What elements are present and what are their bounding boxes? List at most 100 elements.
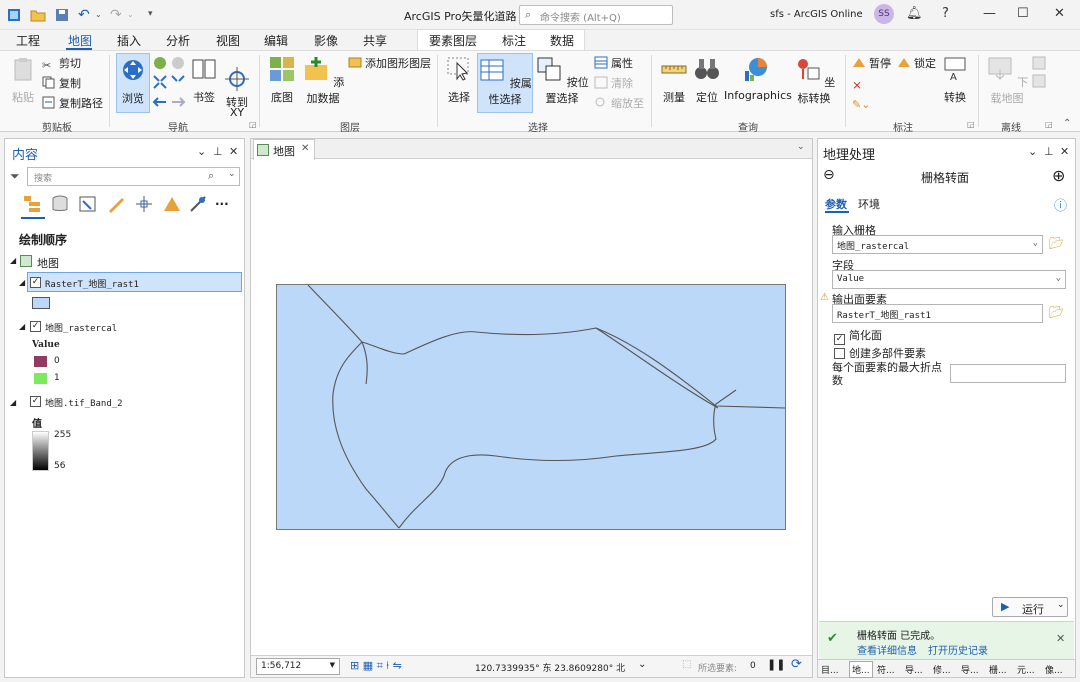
undo-dropdown-icon[interactable]: ⌄ xyxy=(95,10,111,26)
help-icon[interactable]: ? xyxy=(942,6,949,21)
dock-tab[interactable]: 元... xyxy=(1017,663,1035,676)
download-map-button[interactable]: 下载地图 xyxy=(984,55,1030,106)
grid-tools-icons[interactable]: ⊞ ▦ ⌗ ⍿ ⇋ xyxy=(350,659,402,673)
coordinate-format-chevron-icon[interactable]: ⌄ xyxy=(638,659,646,670)
save-icon[interactable] xyxy=(54,7,70,23)
labeling-launcher-icon[interactable]: ◲ xyxy=(967,120,975,129)
expand-layer-icon[interactable]: ◢ xyxy=(19,278,25,287)
infographics-button[interactable]: Infographics xyxy=(724,55,792,102)
avatar[interactable]: SS xyxy=(874,4,894,24)
basemap-button[interactable]: 底图 xyxy=(265,55,299,105)
list-by-perspective-icon[interactable] xyxy=(189,195,207,213)
layer-name-rastert[interactable]: RasterT_地图_rast1 xyxy=(45,277,139,290)
dock-tab[interactable]: 导... xyxy=(961,663,979,676)
close-pane-icon[interactable]: ✕ xyxy=(229,145,238,158)
open-history-link[interactable]: 打开历史记录 xyxy=(928,642,988,657)
close-icon[interactable]: ✕ xyxy=(1054,6,1065,21)
tab-feature-layer[interactable]: 要素图层 xyxy=(429,32,477,49)
run-button[interactable]: ▶ 运行 ⌄ xyxy=(992,597,1068,617)
locate-button[interactable]: 定位 xyxy=(692,55,722,105)
select-by-attributes-button[interactable]: 按属性选择 xyxy=(477,53,533,113)
list-by-drawing-order-icon[interactable] xyxy=(23,195,41,213)
class-swatch-0[interactable] xyxy=(34,356,47,367)
layer-name-rastercal[interactable]: 地图_rastercal xyxy=(45,321,117,334)
open-project-icon[interactable] xyxy=(30,7,46,23)
map-view-tab[interactable]: 地图 ✕ xyxy=(253,139,315,160)
select-by-location-button[interactable]: 按位置选择 xyxy=(535,55,589,106)
tab-share[interactable]: 共享 xyxy=(363,32,387,49)
layer-name-band2[interactable]: 地图.tif_Band_2 xyxy=(45,396,123,409)
scale-selector[interactable]: 1:56,712 ▼ xyxy=(256,658,340,675)
filter-icon[interactable]: ⏷ xyxy=(10,169,20,184)
refresh-icon[interactable]: ⟳ xyxy=(791,657,802,672)
max-vertices-input[interactable] xyxy=(950,364,1066,383)
dock-tab[interactable]: 导... xyxy=(905,663,923,676)
layer-visibility-checkbox[interactable]: ✓ xyxy=(30,396,41,407)
dock-tab[interactable]: 栅... xyxy=(989,663,1007,676)
pane-options-icon[interactable]: ⌄ xyxy=(1028,145,1037,158)
measure-button[interactable]: 测量 xyxy=(658,55,690,105)
goto-xy-button[interactable]: 转到 XY xyxy=(222,55,252,118)
convert-labels-button[interactable]: A 转换 xyxy=(940,55,970,105)
simplify-checkbox[interactable]: ✓ xyxy=(834,334,845,345)
redo-icon[interactable]: ↷ xyxy=(110,7,126,23)
collapse-ribbon-icon[interactable]: ⌃ xyxy=(1063,118,1071,129)
customize-qat-icon[interactable]: ▾ xyxy=(148,9,164,25)
copy-path-button[interactable]: 复制路径 xyxy=(42,96,103,112)
redo-dropdown-icon[interactable]: ⌄ xyxy=(127,10,143,26)
add-data-button[interactable]: 添加数据 xyxy=(300,55,346,106)
layer-visibility-checkbox[interactable]: ✓ xyxy=(30,321,41,332)
list-by-selection-icon[interactable] xyxy=(79,195,97,213)
label-weight-icon[interactable]: ✎⌄ xyxy=(852,98,870,111)
pane-options-icon[interactable]: ⌄ xyxy=(197,145,206,158)
close-pane-icon[interactable]: ✕ xyxy=(1060,145,1069,158)
bookmarks-button[interactable]: 书签 xyxy=(189,55,219,105)
tab-edit[interactable]: 编辑 xyxy=(264,32,288,49)
dismiss-message-icon[interactable]: ✕ xyxy=(1056,632,1065,645)
tab-project[interactable]: 工程 xyxy=(16,32,40,49)
contents-search-input[interactable]: 搜索 ⌕ ⌄ xyxy=(27,167,240,186)
back-arrow-icon[interactable]: ⊖ xyxy=(823,167,835,183)
more-options-icon[interactable]: ··· xyxy=(215,197,229,211)
help-icon[interactable]: ⓘ xyxy=(1054,195,1067,214)
browse-folder-icon[interactable]: 📂︎ xyxy=(1049,236,1064,250)
list-by-labeling-icon[interactable] xyxy=(163,195,181,213)
select-button[interactable]: 选择 xyxy=(444,55,474,105)
list-by-data-source-icon[interactable] xyxy=(51,195,69,213)
field-dropdown[interactable]: Value ⌄ xyxy=(832,270,1066,289)
attributes-button[interactable]: 属性 xyxy=(594,56,633,72)
offline-launcher-icon[interactable]: ◲ xyxy=(1045,120,1053,129)
add-graphics-layer-button[interactable]: 添加图形图层 xyxy=(348,56,431,72)
notification-bell-icon[interactable]: 🔔︎ xyxy=(906,6,923,21)
tab-map[interactable]: 地图 xyxy=(68,32,92,49)
tab-analysis[interactable]: 分析 xyxy=(166,32,190,49)
auto-hide-pin-icon[interactable]: ⊥ xyxy=(213,145,223,158)
close-tab-icon[interactable]: ✕ xyxy=(301,143,309,154)
dock-tab[interactable]: 像... xyxy=(1045,663,1063,676)
class-swatch-1[interactable] xyxy=(34,373,47,384)
offline-small-icons[interactable] xyxy=(1032,56,1046,90)
multipart-option[interactable]: 创建多部件要素 xyxy=(834,345,926,361)
navigate-launcher-icon[interactable]: ◲ xyxy=(249,120,257,129)
dock-tab[interactable]: 符... xyxy=(877,663,895,676)
copy-button[interactable]: 复制 xyxy=(42,76,81,92)
pause-labeling-button[interactable]: 暂停 xyxy=(852,56,891,72)
layer-visibility-checkbox[interactable]: ✓ xyxy=(30,277,41,288)
maximize-icon[interactable]: ☐ xyxy=(1017,6,1029,21)
browse-folder-icon[interactable]: 📂︎ xyxy=(1049,305,1064,319)
tab-environments[interactable]: 环境 xyxy=(858,196,880,212)
list-by-editing-icon[interactable] xyxy=(107,195,125,213)
zoom-to-selection-button[interactable]: 缩放至 xyxy=(594,96,644,112)
map-node-label[interactable]: 地图 xyxy=(37,255,59,271)
dock-tab-active[interactable]: 地... xyxy=(849,661,873,678)
tab-list-chevron-icon[interactable]: ⌄ xyxy=(797,142,805,152)
cut-button[interactable]: ✂ 剪切 xyxy=(42,56,81,72)
zoom-nav-icons[interactable] xyxy=(152,56,186,110)
pause-drawing-icon[interactable]: ❚❚ xyxy=(767,658,785,671)
expand-map-icon[interactable]: ◢ xyxy=(10,256,16,265)
tab-insert[interactable]: 插入 xyxy=(117,32,141,49)
polygon-symbol-swatch[interactable] xyxy=(32,297,50,309)
clear-selection-button[interactable]: 清除 xyxy=(594,76,633,92)
explore-button[interactable]: 浏览 xyxy=(116,53,150,113)
input-raster-field[interactable]: 地图_rastercal ⌄ xyxy=(832,235,1043,254)
